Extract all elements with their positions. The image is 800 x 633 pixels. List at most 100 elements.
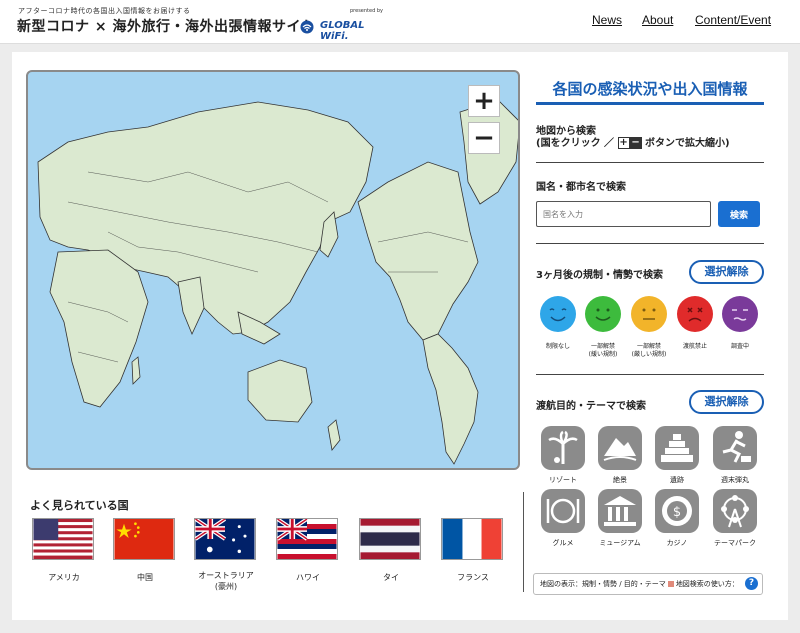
country-label: フランス	[457, 573, 489, 582]
status-label-main: 一部解禁	[590, 343, 615, 350]
panel-title: 各国の感染状況や出入国情報	[552, 80, 748, 98]
australia-flag-icon	[194, 518, 256, 560]
site-title[interactable]: 新型コロナ × 海外旅行・海外出張情報サイト	[17, 16, 315, 36]
theme-label: 遺跡	[670, 476, 684, 484]
ferris-wheel-icon	[713, 489, 757, 533]
theme-museum[interactable]: ミュージアム	[595, 489, 645, 548]
hawaii-flag-icon	[276, 518, 338, 560]
theme-label: テーマパーク	[714, 539, 756, 547]
wifi-logo-icon	[300, 20, 314, 34]
country-label-sub: (豪州)	[214, 582, 238, 591]
theme-label: リゾート	[549, 476, 577, 484]
help-icon[interactable]: ?	[745, 577, 758, 590]
brand-logo[interactable]: presented by GLOBAL WiFi.	[298, 8, 393, 42]
status-under-investigation[interactable]: 調査中	[719, 296, 761, 351]
status-label: 一部解禁 (厳しい規制)	[628, 343, 670, 359]
zoom-out-button[interactable]: −	[468, 122, 500, 154]
dining-icon	[541, 489, 585, 533]
nav-content-event[interactable]: Content/Event	[695, 13, 771, 27]
country-label: 中国	[137, 573, 153, 582]
country-thailand[interactable]: タイ	[359, 518, 423, 583]
presented-by-label: presented by	[350, 8, 383, 14]
theme-label: 週末弾丸	[721, 476, 749, 484]
panel-title-underline	[536, 102, 764, 105]
legend-help-link[interactable]: 地図検索の使い方：	[676, 580, 739, 588]
status-label-main: 一部解禁	[636, 343, 661, 350]
theme-theme-park[interactable]: テーマパーク	[710, 489, 760, 548]
svg-text:$: $	[673, 505, 681, 520]
theme-weekend-trip[interactable]: 週末弾丸	[710, 426, 760, 485]
nav-about[interactable]: About	[642, 13, 673, 27]
country-search-input[interactable]	[536, 201, 711, 227]
pyramid-icon	[655, 426, 699, 470]
map-search-hint-prefix: (国をクリック ／	[536, 138, 615, 149]
restriction-search-label: 3ヶ月後の規制・情勢で検索	[536, 270, 663, 281]
country-france[interactable]: フランス	[441, 518, 505, 583]
status-label: 渡航禁止	[682, 343, 707, 350]
restriction-clear-button[interactable]: 選択解除	[689, 260, 764, 284]
runner-icon	[713, 426, 757, 470]
world-map[interactable]	[26, 70, 520, 470]
legend-square-icon	[667, 581, 674, 587]
legend-text: 地図の表示：規制・情勢 / 目的・テーマ	[540, 580, 666, 588]
status-label-sub: (厳しい規制)	[631, 351, 667, 358]
status-travel-banned[interactable]: 渡航禁止	[674, 296, 716, 351]
china-flag-icon	[113, 518, 175, 560]
theme-ruins[interactable]: 遺跡	[652, 426, 702, 485]
country-label: アメリカ	[48, 573, 80, 582]
vertical-divider	[523, 492, 524, 592]
brand-name: GLOBAL WiFi.	[320, 20, 365, 42]
tagline: アフターコロナ時代の各国出入国情報をお届けする	[18, 7, 191, 15]
theme-casino[interactable]: $ カジノ	[652, 489, 702, 548]
status-unknown-icon	[722, 296, 758, 332]
thailand-flag-icon	[359, 518, 421, 560]
country-usa[interactable]: アメリカ	[32, 518, 96, 583]
country-label: ハワイ	[296, 573, 320, 582]
status-neutral-icon	[631, 296, 667, 332]
site-header: アフターコロナ時代の各国出入国情報をお届けする 新型コロナ × 海外旅行・海外出…	[0, 0, 800, 44]
status-label: 一部解禁 (緩い規制)	[582, 343, 624, 359]
theme-resort[interactable]: リゾート	[538, 426, 588, 485]
casino-chip-icon: $	[655, 489, 699, 533]
country-china[interactable]: 中国	[113, 518, 177, 583]
usa-flag-icon	[32, 518, 94, 560]
status-label: 制限なし	[545, 343, 570, 350]
map-legend: 地図の表示：規制・情勢 / 目的・テーマ 地図検索の使い方： ?	[533, 573, 763, 595]
mountain-icon	[598, 426, 642, 470]
section-divider	[536, 243, 764, 244]
world-map-svg[interactable]	[28, 72, 520, 470]
status-partial-lenient[interactable]: 一部解禁 (緩い規制)	[582, 296, 624, 359]
plus-mini-icon: +	[617, 137, 630, 149]
search-button[interactable]: 検索	[718, 201, 760, 227]
status-x-eyes-icon	[677, 296, 713, 332]
status-no-restriction[interactable]: 制限なし	[537, 296, 579, 351]
palm-tree-icon	[541, 426, 585, 470]
theme-clear-button[interactable]: 選択解除	[689, 390, 764, 414]
country-australia[interactable]: オーストラリア (豪州)	[194, 518, 258, 592]
zoom-in-button[interactable]: +	[468, 85, 500, 117]
theme-label: グルメ	[552, 539, 574, 547]
section-divider	[536, 374, 764, 375]
theme-gourmet[interactable]: グルメ	[538, 489, 588, 548]
map-search-hint-suffix: ボタンで拡大縮小)	[645, 138, 730, 149]
country-label: オーストラリア (豪州)	[194, 570, 258, 592]
popular-countries-title: よく見られている国	[30, 499, 129, 512]
country-hawaii[interactable]: ハワイ	[276, 518, 340, 583]
minus-mini-icon: −	[629, 137, 642, 149]
status-label-sub: (緩い規制)	[588, 351, 618, 358]
country-label: タイ	[383, 573, 399, 582]
museum-icon	[598, 489, 642, 533]
map-search-hint: (国をクリック ／ + − ボタンで拡大縮小)	[536, 134, 730, 149]
country-label-main: オーストラリア	[198, 571, 254, 580]
france-flag-icon	[441, 518, 503, 560]
theme-label: カジノ	[666, 539, 688, 547]
name-search-label: 国名・都市名で検索	[536, 182, 626, 193]
status-happy-icon	[585, 296, 621, 332]
theme-label: 絶景	[613, 476, 627, 484]
status-partial-strict[interactable]: 一部解禁 (厳しい規制)	[628, 296, 670, 359]
section-divider	[536, 162, 764, 163]
theme-label: ミュージアム	[599, 539, 641, 547]
theme-scenery[interactable]: 絶景	[595, 426, 645, 485]
nav-news[interactable]: News	[592, 13, 622, 27]
status-smile-icon	[540, 296, 576, 332]
